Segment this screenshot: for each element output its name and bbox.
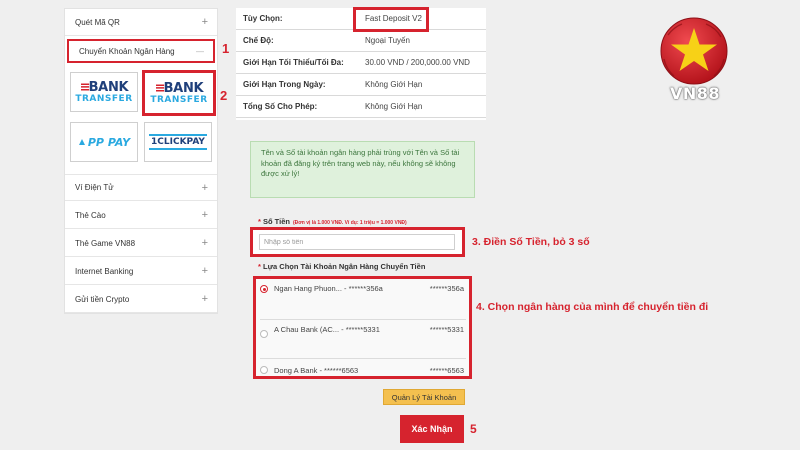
- plus-icon: +: [201, 181, 208, 194]
- bank-select-label: * Lựa Chọn Tài Khoản Ngân Hàng Chuyển Ti…: [258, 262, 426, 271]
- plus-icon: +: [201, 293, 208, 305]
- bank-account-number: ******6563: [429, 366, 464, 375]
- plus-icon: +: [201, 237, 208, 249]
- account-match-notice: Tên và Số tài khoản ngân hàng phải trùng…: [250, 141, 475, 198]
- option-highlight-box: [353, 7, 429, 32]
- sidebar-item-qr[interactable]: Quét Mã QR +: [65, 9, 217, 36]
- sidebar-item-label: Thẻ Game VN88: [75, 238, 136, 248]
- bank-transfer-logo: ≡BANK: [154, 80, 204, 96]
- bank-transfer-logo-subtext: TRANSFER: [75, 93, 133, 104]
- divider: [260, 319, 466, 320]
- radio-checked-icon[interactable]: [260, 285, 268, 293]
- bank-transfer-option-2[interactable]: ≡BANK TRANSFER: [142, 70, 216, 116]
- vn88-logo-text: VN88: [669, 84, 721, 103]
- bank-transfer-logo: ≡BANK: [79, 79, 129, 95]
- sidebar-item-label: Thẻ Cào: [75, 210, 106, 220]
- bank-transfer-logo-subtext: TRANSFER: [150, 94, 208, 105]
- sidebar-item-label: Quét Mã QR: [75, 17, 120, 27]
- info-label: Tùy Chọn:: [243, 14, 283, 23]
- minus-icon: —: [196, 46, 204, 56]
- callout-4: 4. Chọn ngân hàng của mình để chuyển tiề…: [476, 301, 709, 313]
- pppay-option[interactable]: PP PAY: [70, 122, 138, 162]
- amount-highlight-box: [250, 227, 465, 257]
- info-row-daily-limit: Giới Hạn Trong Ngày: Không Giới Hạn: [236, 74, 486, 96]
- callout-3: 3. Điền Số Tiền, bỏ 3 số: [472, 236, 590, 248]
- info-row-total-allowed: Tổng Số Cho Phép: Không Giới Hạn: [236, 96, 486, 118]
- bank-account-row[interactable]: Dong A Bank - ******6563 ******6563: [256, 365, 469, 377]
- info-value: Không Giới Hạn: [365, 80, 423, 89]
- pppay-logo: PP PAY: [78, 136, 130, 149]
- radio-icon[interactable]: [260, 366, 268, 374]
- info-value: 30.00 VND / 200,000.00 VND: [365, 58, 470, 67]
- oneclickpay-logo: 1CLICKPAY: [149, 134, 207, 150]
- bank-account-number: ******5331: [429, 325, 464, 334]
- bank-account-number: ******356a: [429, 284, 464, 293]
- bank-account-name: Dong A Bank - ******6563: [274, 366, 359, 375]
- info-label: Tổng Số Cho Phép:: [243, 102, 318, 111]
- sidebar-item-ewallet[interactable]: Ví Điện Tử +: [65, 174, 217, 201]
- plus-icon: +: [201, 16, 208, 28]
- info-row-mode: Chế Độ: Ngoại Tuyến: [236, 30, 486, 52]
- sidebar-item-label: Gửi tiền Crypto: [75, 294, 130, 304]
- bank-account-row[interactable]: A Chau Bank (AC... - ******5331 ******53…: [256, 324, 469, 350]
- sidebar-item-label: Chuyển Khoản Ngân Hàng: [79, 46, 175, 56]
- bank-transfer-option-1[interactable]: ≡BANK TRANSFER: [70, 72, 138, 112]
- sidebar-item-label: Internet Banking: [75, 266, 134, 276]
- info-row-limits: Giới Hạn Tối Thiểu/Tối Đa: 30.00 VND / 2…: [236, 52, 486, 74]
- divider: [260, 358, 466, 359]
- callout-1: 1: [222, 41, 230, 56]
- payment-method-sidebar: Quét Mã QR + Chuyển Khoản Ngân Hàng — ≡B…: [64, 8, 218, 314]
- radio-icon[interactable]: [260, 330, 268, 338]
- manage-accounts-button[interactable]: Quản Lý Tài Khoản: [383, 389, 465, 405]
- plus-icon: +: [201, 265, 208, 277]
- pppay-mark-icon: [78, 139, 85, 145]
- sidebar-item-internet-banking[interactable]: Internet Banking +: [65, 258, 217, 285]
- callout-2: 2: [220, 88, 228, 103]
- confirm-button[interactable]: Xác Nhận: [400, 415, 464, 443]
- bank-account-name: A Chau Bank (AC... - ******5331: [274, 325, 380, 334]
- callout-5: 5: [470, 422, 477, 436]
- info-label: Giới Hạn Trong Ngày:: [243, 80, 326, 89]
- sidebar-item-bank-transfer[interactable]: Chuyển Khoản Ngân Hàng —: [67, 39, 215, 63]
- bank-account-row[interactable]: Ngan Hang Phuon... - ******356a ******35…: [256, 283, 469, 313]
- sidebar-item-card[interactable]: Thẻ Cào +: [65, 202, 217, 229]
- amount-label: * Số Tiền (Đơn vị là 1.000 VNĐ. Ví dụ: 1 …: [258, 217, 407, 226]
- amount-input[interactable]: [259, 234, 455, 250]
- bank-account-name: Ngan Hang Phuon... - ******356a: [274, 284, 383, 293]
- bank-account-list: Ngan Hang Phuon... - ******356a ******35…: [253, 276, 472, 379]
- info-label: Giới Hạn Tối Thiểu/Tối Đa:: [243, 58, 344, 67]
- info-label: Chế Độ:: [243, 36, 274, 45]
- oneclickpay-option[interactable]: 1CLICKPAY: [144, 122, 212, 162]
- sidebar-item-label: Ví Điện Tử: [75, 183, 114, 192]
- plus-icon: +: [201, 209, 208, 221]
- info-value: Không Giới Hạn: [365, 102, 423, 111]
- sidebar-item-crypto[interactable]: Gửi tiền Crypto +: [65, 286, 217, 313]
- info-value: Ngoại Tuyến: [365, 36, 410, 45]
- sidebar-item-game-card[interactable]: Thẻ Game VN88 +: [65, 230, 217, 257]
